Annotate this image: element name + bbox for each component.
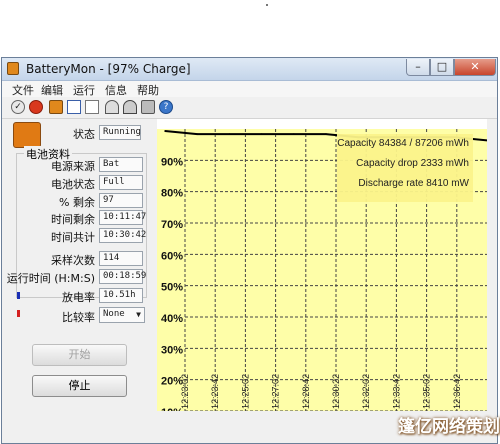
- percent-left-value: 97: [99, 193, 143, 208]
- batterymon-window: BatteryMon - [97% Charge] – □ ✕ 文件 编辑 运行…: [1, 57, 498, 444]
- menu-info[interactable]: 信息: [105, 82, 127, 98]
- discharge-rate-marker: [17, 292, 20, 299]
- menu-run[interactable]: 运行: [73, 82, 95, 98]
- discharge-rate-label: 放电率: [62, 291, 95, 304]
- power-source-label: 电源来源: [51, 160, 95, 173]
- annotation-discharge-rate: Discharge rate 8410 mW: [358, 178, 469, 189]
- y-tick-label: 60%: [161, 250, 183, 262]
- compare-rate-marker: [17, 310, 20, 317]
- charge-point: [228, 133, 231, 135]
- status-value: Running: [99, 125, 141, 140]
- run-time-value: 00:18:59: [99, 269, 146, 284]
- x-tick-label: 12:30:22: [331, 374, 341, 409]
- title-bar[interactable]: BatteryMon - [97% Charge] – □ ✕: [2, 58, 497, 81]
- minimize-button[interactable]: –: [406, 59, 430, 76]
- charge-point: [260, 133, 263, 135]
- document-icon[interactable]: [85, 100, 99, 114]
- start-button[interactable]: 开始: [32, 344, 127, 366]
- annotation-capacity: Capacity 84384 / 87206 mWh: [337, 138, 469, 149]
- battery-app-icon: [7, 62, 19, 75]
- time-left-label: 时间剩余: [51, 213, 95, 226]
- y-tick-label: 40%: [161, 313, 183, 325]
- window-title: BatteryMon - [97% Charge]: [26, 62, 191, 76]
- battery-info-icon[interactable]: [141, 100, 155, 114]
- charge-point: [325, 133, 327, 135]
- chevron-down-icon: ▼: [136, 310, 141, 319]
- time-total-value: 10:30:42: [99, 228, 146, 243]
- y-tick-label: 70%: [161, 219, 183, 231]
- y-tick-label: 80%: [161, 188, 183, 200]
- charge-point: [196, 133, 198, 135]
- chart-top-strip: [157, 119, 487, 129]
- annotation-capacity-drop: Capacity drop 2333 mWh: [356, 158, 469, 169]
- x-tick-label: 12:32:02: [361, 374, 371, 409]
- watermark: 篷亿网络策划: [398, 417, 500, 437]
- battery-icon[interactable]: [49, 100, 63, 114]
- stop-button[interactable]: 停止: [32, 375, 127, 397]
- x-tick-label: 12:23:02: [180, 374, 190, 409]
- menu-bar: 文件 编辑 运行 信息 帮助: [2, 81, 497, 97]
- discharge-rate-value: 10.51h: [99, 288, 143, 303]
- charge-point: [164, 130, 166, 132]
- y-tick-label: 30%: [161, 344, 183, 356]
- x-tick-label: 12:27:02: [271, 374, 281, 409]
- compare-rate-select[interactable]: None ▼: [99, 307, 145, 323]
- percent-left-label: % 剩余: [59, 196, 95, 209]
- samples-label: 采样次数: [51, 254, 95, 267]
- status-label: 状态: [73, 128, 95, 141]
- x-tick-label: 12:36:42: [452, 374, 462, 409]
- battery-state-value: Full: [99, 175, 143, 190]
- compare-rate-label: 比较率: [62, 311, 95, 324]
- run-time-label: 运行时间 (H:M:S): [6, 272, 95, 285]
- check-icon[interactable]: ✓: [11, 100, 25, 114]
- battery-state-label: 电池状态: [51, 178, 95, 191]
- toolbar: ✓ ?: [2, 98, 497, 119]
- x-tick-label: 12:35:02: [422, 374, 432, 409]
- charge-point: [293, 133, 295, 135]
- maximize-button[interactable]: □: [430, 59, 454, 76]
- gauge-icon[interactable]: [105, 100, 119, 114]
- time-total-label: 时间共计: [51, 231, 95, 244]
- close-button[interactable]: ✕: [454, 59, 496, 76]
- x-tick-label: 12:33:42: [391, 374, 401, 409]
- help-icon[interactable]: ?: [159, 100, 173, 114]
- x-tick-label: 12:23:42: [210, 374, 220, 409]
- menu-file[interactable]: 文件: [12, 82, 34, 98]
- samples-value: 114: [99, 251, 143, 266]
- time-left-value: 10:11:47: [99, 210, 146, 225]
- clipboard-icon[interactable]: [67, 100, 81, 114]
- menu-help[interactable]: 帮助: [137, 82, 159, 98]
- y-tick-label: 50%: [161, 282, 183, 294]
- menu-edit[interactable]: 编辑: [41, 82, 63, 98]
- x-tick-label: 12:28:42: [301, 374, 311, 409]
- stop-icon[interactable]: [29, 100, 43, 114]
- speedometer-icon[interactable]: [123, 100, 137, 114]
- power-source-value: Bat: [99, 157, 143, 172]
- compare-rate-value: None: [103, 309, 125, 319]
- stray-dot: [266, 4, 268, 6]
- battery-chart: Capacity 84384 / 87206 mWh Capacity drop…: [157, 119, 487, 411]
- battery-status-icon: [13, 122, 41, 148]
- x-tick-label: 12:25:02: [240, 374, 250, 409]
- y-tick-label: 90%: [161, 156, 183, 168]
